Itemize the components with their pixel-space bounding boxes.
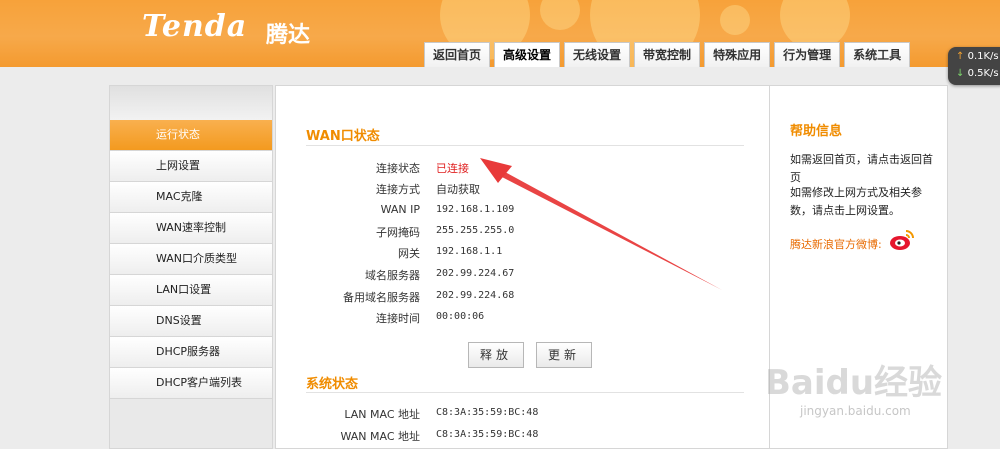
download-speed: 0.5K/s [967,68,999,79]
upload-arrow-icon: ↑ [956,51,965,62]
connection-type-value: 自动获取 [436,183,480,196]
wan-status-title: WAN口状态 [306,129,380,144]
sidebar-item-dns[interactable]: DNS设置 [110,306,272,337]
release-button[interactable]: 释放 [468,342,524,368]
sidebar-item-dhcp-server[interactable]: DHCP服务器 [110,337,272,368]
sidebar-item-lan-setup[interactable]: LAN口设置 [110,275,272,306]
connection-time-value: 00:00:06 [436,311,485,322]
row-label: 连接方式 [376,183,420,196]
weibo-icon[interactable] [888,228,916,252]
brand-logo-cn: 腾达 [266,23,311,48]
tab-wireless[interactable]: 无线设置 [564,42,631,67]
download-arrow-icon: ↓ [956,68,965,79]
baidu-watermark: Baidu经验 [765,363,943,403]
row-label: 子网掩码 [376,226,420,239]
sidebar-header [110,86,272,120]
refresh-button[interactable]: 更新 [536,342,592,368]
header-bar: Tenda 腾达 返回首页 高级设置 无线设置 带宽控制 特殊应用 行为管理 系… [0,0,1000,67]
row-label: 连接时间 [376,312,420,325]
row-label: 连接状态 [376,162,420,175]
row-label: 网关 [398,247,420,260]
sidebar-item-wan-media[interactable]: WAN口介质类型 [110,244,272,275]
dns-secondary-value: 202.99.224.68 [436,290,515,301]
help-text-home: 如需返回首页，请点击返回首页 [790,153,933,184]
header-bubble-decoration [540,0,580,30]
speed-widget[interactable]: ↑ 0.1K/s ↓ 0.5K/s [948,47,1000,85]
row-label: LAN MAC 地址 [344,408,420,421]
sidebar-item-internet-setup[interactable]: 上网设置 [110,151,272,182]
tab-behavior[interactable]: 行为管理 [774,42,841,67]
sidebar-item-run-status[interactable]: 运行状态 [110,120,272,151]
row-label: 域名服务器 [365,269,420,282]
divider [306,392,744,393]
main-panel: WAN口状态 连接状态 已连接 连接方式 自动获取 WAN IP 192.168… [275,85,770,449]
connection-status-value: 已连接 [436,162,469,175]
system-status-title: 系统状态 [306,377,359,392]
dns-primary-value: 202.99.224.67 [436,268,515,279]
subnet-mask-value: 255.255.255.0 [436,225,515,236]
tab-special[interactable]: 特殊应用 [704,42,771,67]
top-tabs: 返回首页 高级设置 无线设置 带宽控制 特殊应用 行为管理 系统工具 [424,42,914,67]
lan-mac-value: C8:3A:35:59:BC:48 [436,407,539,418]
sidebar-item-wan-rate[interactable]: WAN速率控制 [110,213,272,244]
brand-logo: Tenda [142,9,248,44]
help-text-internet: 如需修改上网方式及相关参数，请点击上网设置。 [790,186,922,217]
sidebar-item-dhcp-clients[interactable]: DHCP客户端列表 [110,368,272,399]
header-bubble-decoration [720,5,750,35]
baidu-watermark-url: jingyan.baidu.com [800,404,911,418]
sidebar-item-mac-clone[interactable]: MAC克隆 [110,182,272,213]
weibo-link[interactable]: 腾达新浪官方微博: [790,236,882,252]
gateway-value: 192.168.1.1 [436,246,503,257]
tab-system-tools[interactable]: 系统工具 [844,42,911,67]
tab-advanced[interactable]: 高级设置 [494,42,561,67]
divider [306,145,744,146]
wan-mac-value: C8:3A:35:59:BC:48 [436,429,539,440]
row-label: WAN MAC 地址 [340,430,420,443]
wan-ip-value: 192.168.1.109 [436,204,515,215]
tab-bandwidth[interactable]: 带宽控制 [634,42,701,67]
upload-speed: 0.1K/s [967,51,999,62]
row-label: WAN IP [380,203,420,216]
help-title: 帮助信息 [790,124,843,139]
sidebar: 运行状态 上网设置 MAC克隆 WAN速率控制 WAN口介质类型 LAN口设置 … [109,85,273,449]
tab-home[interactable]: 返回首页 [424,42,491,67]
row-label: 备用域名服务器 [343,291,420,304]
